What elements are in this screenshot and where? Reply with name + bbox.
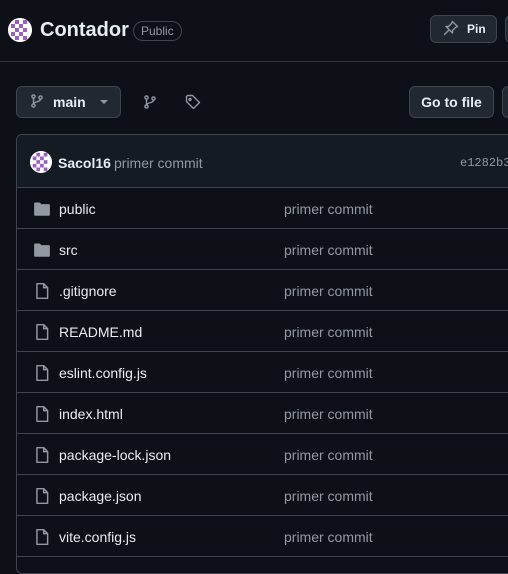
file-commit-message[interactable]: primer commit xyxy=(284,324,373,340)
branch-icon xyxy=(29,93,45,112)
pin-label: Pin xyxy=(467,22,486,36)
commit-author[interactable]: Sacol16 xyxy=(58,155,111,171)
file-name-link[interactable]: README.md xyxy=(59,324,142,340)
file-commit-message[interactable]: primer commit xyxy=(284,283,373,299)
commit-message[interactable]: primer commit xyxy=(114,155,203,171)
file-row[interactable]: vite.config.js primer commit xyxy=(17,516,508,557)
file-name-link[interactable]: vite.config.js xyxy=(59,529,136,545)
chevron-down-icon xyxy=(99,100,108,104)
file-row[interactable]: package.json primer commit xyxy=(17,475,508,516)
branches-icon[interactable] xyxy=(142,94,158,115)
file-icon xyxy=(33,528,51,546)
file-row[interactable]: src primer commit xyxy=(17,229,508,270)
file-icon xyxy=(33,364,51,382)
visibility-badge: Public xyxy=(133,21,182,41)
branch-name: main xyxy=(53,94,86,110)
file-row[interactable]: eslint.config.js primer commit xyxy=(17,352,508,393)
file-commit-message[interactable]: primer commit xyxy=(284,488,373,504)
add-file-button[interactable] xyxy=(502,86,508,118)
file-name-link[interactable]: src xyxy=(59,242,78,258)
pin-icon xyxy=(443,20,459,39)
file-commit-message[interactable]: primer commit xyxy=(284,365,373,381)
pin-button[interactable]: Pin xyxy=(430,15,497,43)
file-name-link[interactable]: index.html xyxy=(59,406,123,422)
file-list: Sacol16 primer commit e1282b3 public prim… xyxy=(16,134,508,574)
file-row[interactable]: index.html primer commit xyxy=(17,393,508,434)
file-commit-message[interactable]: primer commit xyxy=(284,406,373,422)
file-name-link[interactable]: package.json xyxy=(59,488,142,504)
repo-name[interactable]: Contador xyxy=(40,19,129,42)
repo-owner-avatar[interactable] xyxy=(8,18,32,42)
file-commit-message[interactable]: primer commit xyxy=(284,201,373,217)
file-commit-message[interactable]: primer commit xyxy=(284,242,373,258)
file-name-link[interactable]: .gitignore xyxy=(59,283,117,299)
file-row[interactable]: public primer commit xyxy=(17,188,508,229)
go-to-file-button[interactable]: Go to file xyxy=(409,86,494,118)
file-icon xyxy=(33,487,51,505)
file-commit-message[interactable]: primer commit xyxy=(284,529,373,545)
file-icon xyxy=(33,446,51,464)
folder-icon xyxy=(33,241,51,259)
file-icon xyxy=(33,323,51,341)
folder-icon xyxy=(33,200,51,218)
file-name-link[interactable]: public xyxy=(59,201,96,217)
branch-select-button[interactable]: main xyxy=(16,86,121,118)
commit-hash[interactable]: e1282b3 xyxy=(460,156,508,170)
file-commit-message[interactable]: primer commit xyxy=(284,447,373,463)
file-name-link[interactable]: eslint.config.js xyxy=(59,365,147,381)
file-icon xyxy=(33,282,51,300)
file-icon xyxy=(33,405,51,423)
repo-header: Contador Public Pin xyxy=(0,0,508,62)
file-row[interactable]: package-lock.json primer commit xyxy=(17,434,508,475)
file-name-link[interactable]: package-lock.json xyxy=(59,447,171,463)
file-row[interactable]: .gitignore primer commit xyxy=(17,270,508,311)
tag-icon[interactable] xyxy=(185,94,201,115)
file-row[interactable]: README.md primer commit xyxy=(17,311,508,352)
commit-author-avatar[interactable] xyxy=(30,151,52,173)
latest-commit-bar: Sacol16 primer commit e1282b3 xyxy=(17,135,508,188)
